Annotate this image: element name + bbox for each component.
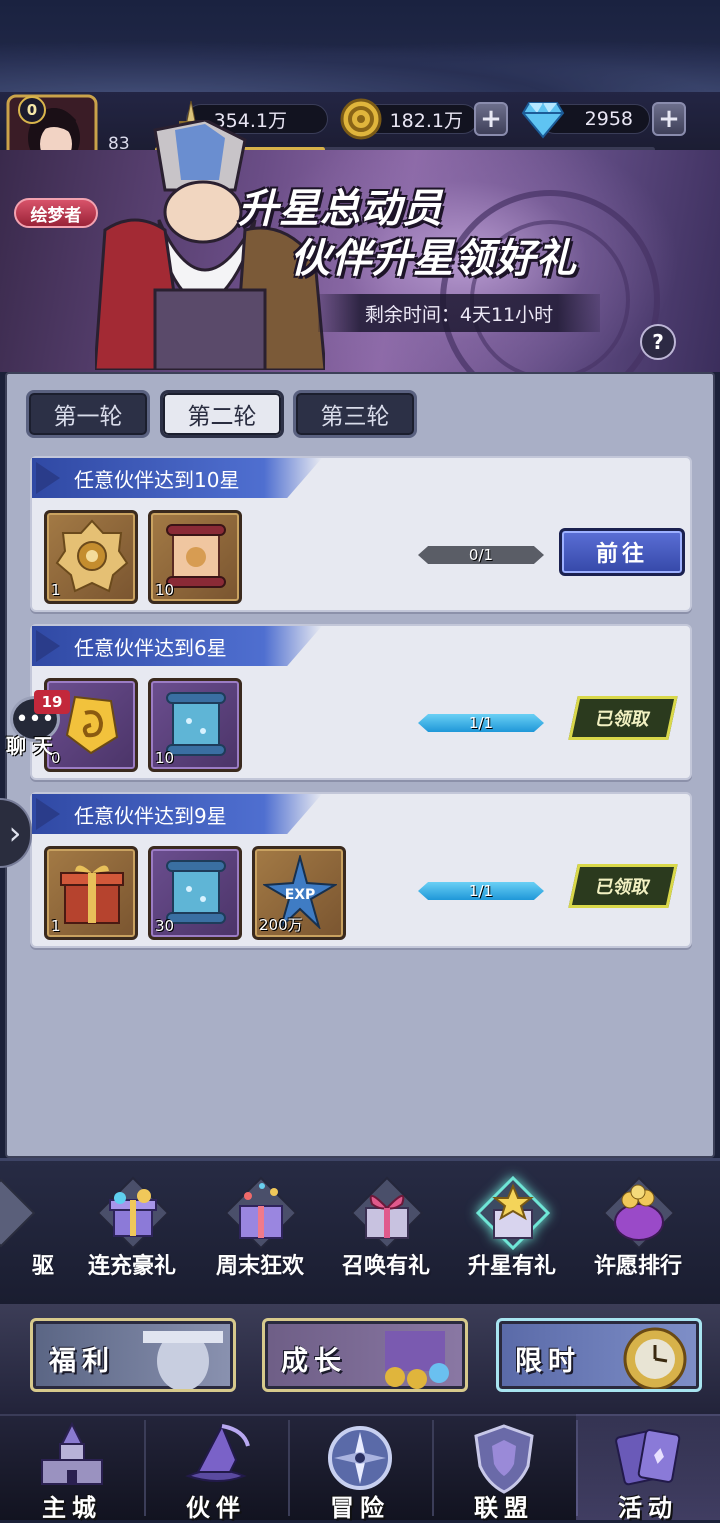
banner-title-line2: 伙伴升星领好礼 [290, 236, 577, 282]
reward-count: 30 [155, 917, 175, 935]
reward-item[interactable]: 10 [148, 510, 242, 604]
reward-count: 10 [155, 749, 175, 767]
nav-label: 冒险 [330, 1494, 390, 1522]
category-limited[interactable]: 限时 [496, 1318, 702, 1392]
go-button[interactable]: 前往 [559, 528, 685, 576]
help-button[interactable]: ? [640, 324, 676, 360]
svg-text:EXP: EXP [285, 887, 316, 903]
chat-unread-badge: 19 [34, 690, 70, 714]
buy-diamond-button[interactable]: + [652, 102, 686, 136]
reward-count: 200万 [259, 916, 303, 934]
gift-box-icon [224, 1176, 298, 1250]
diamond-icon [520, 96, 566, 142]
treasure-icon [385, 1331, 449, 1389]
tab-round-3[interactable]: 第三轮 [293, 390, 417, 438]
reward-count: 10 [155, 581, 175, 599]
chevron-right-icon: › [8, 814, 22, 852]
treasure-bag-icon [602, 1176, 676, 1250]
star-gift-icon [476, 1176, 550, 1250]
reward-item[interactable]: 1 [44, 510, 138, 604]
event-label: 周末狂欢 [215, 1254, 304, 1279]
category-label: 限时 [515, 1346, 581, 1377]
gold-value: 182.1万 [389, 109, 463, 132]
event-item-weekend[interactable]: 周末狂欢 [200, 1176, 320, 1288]
category-welfare[interactable]: 福利 [30, 1318, 236, 1392]
gift-box-icon [96, 1176, 170, 1250]
witch-hat-icon [185, 1423, 250, 1482]
nav-adventure[interactable]: 冒险 [288, 1414, 432, 1522]
category-label: 成长 [281, 1346, 347, 1377]
cards-icon [615, 1429, 681, 1486]
event-item-recharge[interactable]: 连充豪礼 [72, 1176, 192, 1288]
event-label: 升星有礼 [467, 1254, 556, 1279]
character-portrait-icon [143, 1331, 223, 1389]
nav-label: 伙伴 [186, 1494, 246, 1522]
gift-box-icon [350, 1176, 424, 1250]
nav-activities[interactable]: 活动 [576, 1414, 720, 1522]
gold-coin-icon [338, 96, 384, 142]
event-label: 驱 [31, 1254, 54, 1279]
event-item-partial[interactable]: 驱 [0, 1176, 60, 1288]
nav-alliance[interactable]: 联盟 [432, 1414, 576, 1522]
event-label: 连充豪礼 [87, 1254, 176, 1279]
event-item-summon[interactable]: 召唤有礼 [326, 1176, 446, 1288]
clock-icon [623, 1327, 687, 1389]
task-title: 任意伙伴达到9星 [32, 794, 322, 834]
event-item-wish-rank[interactable]: 许愿排行 [578, 1176, 698, 1288]
reward-item[interactable]: 1 [44, 846, 138, 940]
shield-icon [474, 1424, 534, 1494]
task-card: 任意伙伴达到9星 1 30 EXP 200万 1/1 已领取 [30, 792, 692, 948]
top-background [0, 0, 720, 100]
compass-icon [328, 1426, 392, 1490]
castle-icon [41, 1421, 103, 1485]
nav-label: 主城 [42, 1494, 102, 1522]
event-item-star-up[interactable]: 升星有礼 [452, 1176, 572, 1288]
claimed-stamp: 已领取 [568, 864, 678, 908]
vip-title-badge: 绘梦者 [14, 198, 98, 228]
claimed-stamp: 已领取 [568, 696, 678, 740]
task-progress: 0/1 [418, 546, 544, 564]
event-timer: 剩余时间：4天11小时 [318, 294, 600, 332]
nav-main-city[interactable]: 主城 [0, 1414, 144, 1522]
task-progress: 1/1 [418, 714, 544, 732]
chat-label[interactable]: 聊 天 [6, 730, 53, 759]
event-label: 召唤有礼 [341, 1254, 430, 1279]
buy-gold-button[interactable]: + [474, 102, 508, 136]
category-growth[interactable]: 成长 [262, 1318, 468, 1392]
reward-item[interactable]: EXP 200万 [252, 846, 346, 940]
task-title: 任意伙伴达到6星 [32, 626, 322, 666]
task-card: 任意伙伴达到10星 1 10 0/1 前往 [30, 456, 692, 612]
medal-icon [55, 519, 129, 593]
task-title: 任意伙伴达到10星 [32, 458, 322, 498]
nav-label: 联盟 [474, 1494, 534, 1522]
tab-round-2[interactable]: 第二轮 [160, 390, 284, 438]
category-label: 福利 [49, 1346, 115, 1377]
diamond-value: 2958 [584, 108, 633, 130]
cloud-decoration [0, 40, 720, 100]
event-label: 许愿排行 [593, 1254, 682, 1279]
task-card: 任意伙伴达到6星 0 10 1/1 已领取 [30, 624, 692, 780]
player-level-badge: 0 [18, 96, 46, 124]
reward-item[interactable]: 30 [148, 846, 242, 940]
nav-partners[interactable]: 伙伴 [144, 1414, 288, 1522]
gift-box-icon [60, 865, 124, 924]
tab-round-1[interactable]: 第一轮 [26, 390, 150, 438]
task-progress: 1/1 [418, 882, 544, 900]
reward-count: 1 [51, 917, 61, 935]
event-icon [0, 1178, 36, 1248]
reward-count: 1 [51, 581, 61, 599]
reward-item[interactable]: 10 [148, 678, 242, 772]
nav-label: 活动 [618, 1494, 678, 1522]
